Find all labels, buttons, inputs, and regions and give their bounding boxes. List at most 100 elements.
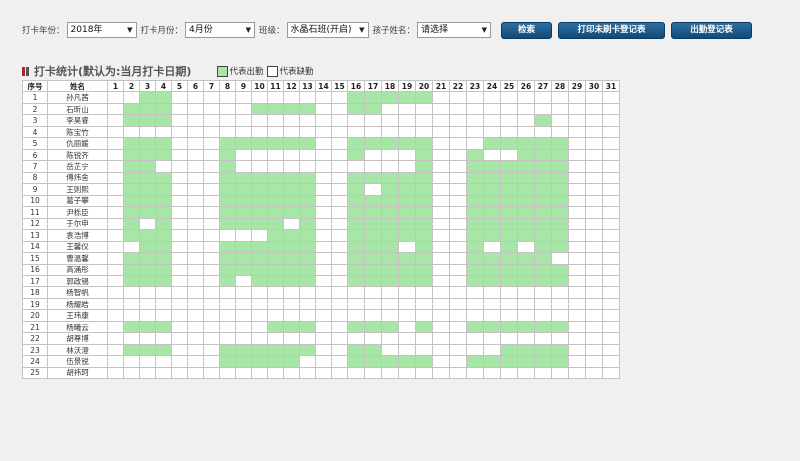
attendance-cell-present — [534, 148, 552, 162]
attendance-cell-absent — [364, 332, 382, 345]
attendance-cell-present — [155, 148, 172, 162]
attendance-cell-present — [466, 263, 484, 276]
attendance-cell-absent — [466, 91, 484, 104]
attendance-cell-absent — [187, 217, 204, 231]
attendance-cell-absent — [315, 125, 332, 139]
attendance-cell-absent — [551, 125, 569, 139]
attendance-cell-absent — [347, 332, 365, 345]
attendance-cell-absent — [139, 125, 156, 139]
attendance-cell-absent — [331, 102, 348, 116]
attendance-cell-absent — [568, 229, 586, 242]
attendance-cell-absent — [299, 355, 316, 368]
attendance-cell-absent — [299, 297, 316, 311]
attendance-cell-absent — [432, 286, 450, 299]
attendance-cell-absent — [602, 171, 620, 185]
month-select[interactable]: 4月份 ▼ — [185, 22, 256, 38]
attendance-cell-absent — [171, 125, 188, 139]
attendance-cell-absent — [551, 309, 569, 322]
attendance-cell-present — [155, 263, 172, 276]
attendance-cell-absent — [415, 125, 433, 139]
attendance-cell-absent — [155, 286, 172, 299]
attendance-cell-present — [347, 320, 365, 334]
attendance-cell-absent — [449, 171, 467, 185]
attendance-cell-present — [123, 102, 140, 116]
attendance-cell-present — [347, 137, 365, 150]
attendance-cell-absent — [139, 286, 156, 299]
attendance-cell-present — [123, 343, 140, 357]
attendance-cell-absent — [364, 309, 382, 322]
attendance-cell-absent — [251, 114, 268, 127]
attendance-cell-absent — [415, 286, 433, 299]
attendance-cell-present — [551, 229, 569, 242]
attendance-cell-absent — [398, 286, 416, 299]
attendance-cell-present — [219, 240, 236, 254]
table-row: 20 王玮康 — [22, 309, 620, 322]
attendance-cell-present — [500, 137, 518, 150]
year-select[interactable]: 2018年 ▼ — [66, 22, 137, 38]
attendance-cell-present — [251, 102, 268, 116]
row-name: 尹栎臣 — [47, 206, 108, 219]
attendance-cell-absent — [449, 137, 467, 150]
attendance-cell-absent — [432, 148, 450, 162]
row-name: 仇丽媛 — [47, 137, 108, 150]
attendance-cell-present — [267, 252, 284, 265]
attendance-cell-absent — [483, 309, 501, 322]
header-index: 序号 — [22, 79, 48, 93]
attendance-cell-absent — [602, 102, 620, 116]
attendance-cell-absent — [107, 91, 124, 104]
attendance-cell-absent — [283, 286, 300, 299]
attendance-cell-present — [267, 274, 284, 288]
attendance-cell-present — [251, 183, 268, 196]
attendance-cell-absent — [432, 217, 450, 231]
attendance-cell-present — [347, 229, 365, 242]
attendance-cell-present — [251, 171, 268, 185]
attendance-cell-absent — [171, 137, 188, 150]
attendance-cell-absent — [568, 355, 586, 368]
attendance-cell-absent — [568, 114, 586, 127]
attendance-cell-absent — [517, 332, 535, 345]
attendance-cell-absent — [568, 183, 586, 196]
attendance-cell-absent — [283, 114, 300, 127]
attendance-cell-present — [283, 263, 300, 276]
attendance-cell-absent — [568, 252, 586, 265]
attendance-cell-present — [139, 183, 156, 196]
attendance-cell-absent — [171, 263, 188, 276]
attendance-cell-present — [534, 263, 552, 276]
attendance-cell-absent — [235, 102, 252, 116]
header-day: 16 — [347, 79, 365, 93]
search-button[interactable]: 检索 — [501, 21, 553, 39]
attendance-cell-present — [155, 114, 172, 127]
attendance-cell-absent — [315, 137, 332, 150]
attendance-cell-present — [251, 240, 268, 254]
attendance-cell-absent — [187, 366, 204, 380]
attendance-cell-present — [347, 355, 365, 368]
attendance-cell-present — [155, 183, 172, 196]
attendance-cell-present — [283, 194, 300, 208]
attendance-cell-present — [347, 240, 365, 254]
attendance-register-button[interactable]: 出勤登记表 — [671, 21, 753, 39]
attendance-cell-present — [517, 206, 535, 219]
attendance-cell-absent — [315, 309, 332, 322]
class-select[interactable]: 水晶石班(开启) ▼ — [286, 22, 369, 38]
attendance-cell-present — [466, 183, 484, 196]
attendance-cell-present — [123, 171, 140, 185]
attendance-cell-present — [517, 263, 535, 276]
child-select[interactable]: 请选择 ▼ — [417, 22, 492, 38]
row-index: 17 — [22, 274, 48, 288]
attendance-cell-absent — [398, 102, 416, 116]
attendance-cell-present — [219, 160, 236, 173]
attendance-cell-absent — [235, 114, 252, 127]
attendance-cell-absent — [568, 148, 586, 162]
attendance-cell-present — [267, 171, 284, 185]
attendance-cell-absent — [283, 125, 300, 139]
attendance-cell-absent — [219, 229, 236, 242]
attendance-cell-present — [123, 274, 140, 288]
class-select-value: 水晶石班(开启) — [290, 25, 352, 35]
attendance-cell-absent — [299, 286, 316, 299]
print-unpunched-button[interactable]: 打印未刷卡登记表 — [558, 21, 666, 39]
attendance-cell-absent — [203, 366, 220, 380]
attendance-cell-absent — [364, 148, 382, 162]
attendance-cell-absent — [315, 183, 332, 196]
attendance-cell-absent — [517, 91, 535, 104]
attendance-cell-present — [139, 343, 156, 357]
